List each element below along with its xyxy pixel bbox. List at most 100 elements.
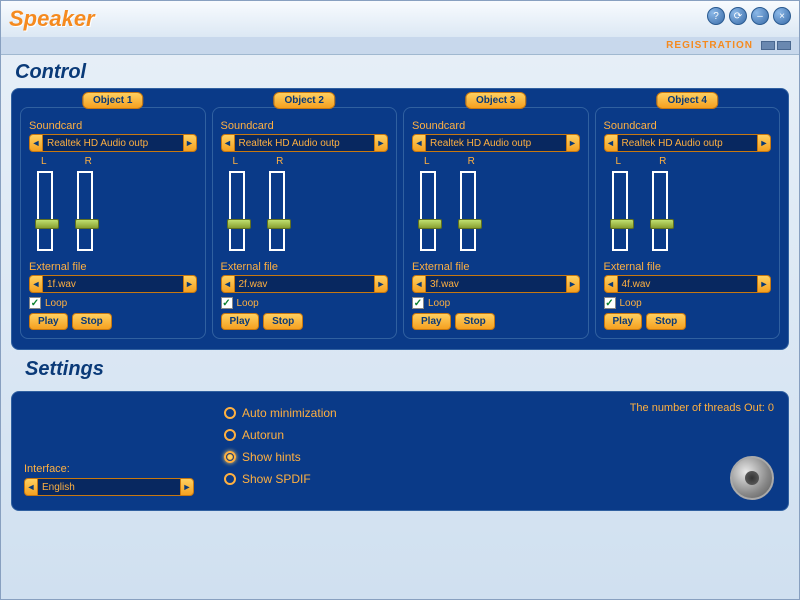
radio-button[interactable]	[224, 451, 236, 463]
playback-buttons: Play Stop	[604, 313, 772, 330]
slider-thumb[interactable]	[75, 219, 99, 229]
help-icon[interactable]: ?	[707, 7, 725, 25]
soundcard-value: Realtek HD Audio outp	[618, 134, 758, 152]
external-file-label: External file	[29, 261, 197, 273]
close-icon[interactable]: ×	[773, 7, 791, 25]
soundcard-value: Realtek HD Audio outp	[235, 134, 375, 152]
radio-button[interactable]	[224, 473, 236, 485]
chevron-left-icon[interactable]: ◄	[29, 134, 43, 152]
soundcard-label: Soundcard	[221, 120, 389, 132]
chevron-left-icon[interactable]: ◄	[604, 275, 618, 293]
chevron-left-icon[interactable]: ◄	[412, 134, 426, 152]
left-volume-slider[interactable]	[612, 171, 628, 251]
loop-label: Loop	[237, 298, 259, 309]
left-volume-slider[interactable]	[229, 171, 245, 251]
file-value: 1f.wav	[43, 275, 183, 293]
playback-buttons: Play Stop	[412, 313, 580, 330]
settings-options: Auto minimizationAutorunShow hintsShow S…	[224, 402, 337, 500]
chevron-right-icon[interactable]: ►	[757, 275, 771, 293]
chevron-right-icon[interactable]: ►	[183, 134, 197, 152]
soundcard-label: Soundcard	[29, 120, 197, 132]
option-label: Autorun	[242, 428, 284, 442]
slider-thumb[interactable]	[650, 219, 674, 229]
settings-heading: Settings	[11, 350, 789, 385]
file-value: 3f.wav	[426, 275, 566, 293]
right-volume-slider[interactable]	[460, 171, 476, 251]
registration-label[interactable]: REGISTRATION	[666, 40, 753, 51]
external-file-label: External file	[221, 261, 389, 273]
play-button[interactable]: Play	[29, 313, 68, 330]
playback-buttons: Play Stop	[29, 313, 197, 330]
file-dropdown[interactable]: ◄ 1f.wav ►	[29, 275, 197, 293]
loop-checkbox[interactable]: ✓	[412, 297, 424, 309]
stop-button[interactable]: Stop	[72, 313, 112, 330]
panel-tab: Object 3	[465, 92, 526, 109]
radio-button[interactable]	[224, 407, 236, 419]
minimize-icon[interactable]: –	[751, 7, 769, 25]
reg-indicator	[761, 41, 775, 50]
interface-label: Interface:	[24, 463, 224, 475]
chevron-left-icon[interactable]: ◄	[221, 134, 235, 152]
chevron-left-icon[interactable]: ◄	[221, 275, 235, 293]
file-value: 2f.wav	[235, 275, 375, 293]
chevron-right-icon[interactable]: ►	[757, 134, 771, 152]
radio-button[interactable]	[224, 429, 236, 441]
right-volume-slider[interactable]	[652, 171, 668, 251]
chevron-right-icon[interactable]: ►	[180, 478, 194, 496]
chevron-left-icon[interactable]: ◄	[604, 134, 618, 152]
chevron-right-icon[interactable]: ►	[374, 134, 388, 152]
object-panel-2: Object 2 Soundcard ◄ Realtek HD Audio ou…	[212, 107, 398, 339]
playback-buttons: Play Stop	[221, 313, 389, 330]
soundcard-dropdown[interactable]: ◄ Realtek HD Audio outp ►	[221, 134, 389, 152]
right-volume-slider[interactable]	[269, 171, 285, 251]
chevron-right-icon[interactable]: ►	[566, 134, 580, 152]
stop-button[interactable]: Stop	[263, 313, 303, 330]
slider-thumb[interactable]	[227, 219, 251, 229]
lr-labels: LR	[604, 156, 772, 167]
loop-checkbox[interactable]: ✓	[221, 297, 233, 309]
chevron-left-icon[interactable]: ◄	[24, 478, 38, 496]
play-button[interactable]: Play	[221, 313, 260, 330]
file-value: 4f.wav	[618, 275, 758, 293]
loop-checkbox-row: ✓ Loop	[604, 297, 772, 309]
left-volume-slider[interactable]	[420, 171, 436, 251]
refresh-icon[interactable]: ⟳	[729, 7, 747, 25]
soundcard-value: Realtek HD Audio outp	[43, 134, 183, 152]
setting-option: Show hints	[224, 450, 337, 464]
loop-checkbox[interactable]: ✓	[604, 297, 616, 309]
soundcard-label: Soundcard	[604, 120, 772, 132]
stop-button[interactable]: Stop	[646, 313, 686, 330]
chevron-left-icon[interactable]: ◄	[29, 275, 43, 293]
loop-label: Loop	[45, 298, 67, 309]
slider-thumb[interactable]	[458, 219, 482, 229]
chevron-right-icon[interactable]: ►	[183, 275, 197, 293]
chevron-left-icon[interactable]: ◄	[412, 275, 426, 293]
left-volume-slider[interactable]	[37, 171, 53, 251]
file-dropdown[interactable]: ◄ 2f.wav ►	[221, 275, 389, 293]
slider-thumb[interactable]	[35, 219, 59, 229]
lr-labels: LR	[29, 156, 197, 167]
play-button[interactable]: Play	[604, 313, 643, 330]
app-window: Speaker ? ⟳ – × REGISTRATION Control Obj…	[0, 0, 800, 600]
slider-thumb[interactable]	[610, 219, 634, 229]
soundcard-dropdown[interactable]: ◄ Realtek HD Audio outp ►	[29, 134, 197, 152]
chevron-right-icon[interactable]: ►	[374, 275, 388, 293]
file-dropdown[interactable]: ◄ 4f.wav ►	[604, 275, 772, 293]
slider-thumb[interactable]	[267, 219, 291, 229]
loop-checkbox[interactable]: ✓	[29, 297, 41, 309]
soundcard-dropdown[interactable]: ◄ Realtek HD Audio outp ►	[604, 134, 772, 152]
interface-dropdown[interactable]: ◄ English ►	[24, 478, 194, 496]
app-title: Speaker	[9, 6, 95, 32]
object-panel-3: Object 3 Soundcard ◄ Realtek HD Audio ou…	[403, 107, 589, 339]
control-panels: Object 1 Soundcard ◄ Realtek HD Audio ou…	[11, 88, 789, 350]
file-dropdown[interactable]: ◄ 3f.wav ►	[412, 275, 580, 293]
settings-left: Interface: ◄ English ►	[24, 402, 224, 500]
right-volume-slider[interactable]	[77, 171, 93, 251]
chevron-right-icon[interactable]: ►	[566, 275, 580, 293]
slider-thumb[interactable]	[418, 219, 442, 229]
play-button[interactable]: Play	[412, 313, 451, 330]
speaker-icon	[730, 456, 774, 500]
volume-sliders	[604, 167, 772, 257]
stop-button[interactable]: Stop	[455, 313, 495, 330]
soundcard-dropdown[interactable]: ◄ Realtek HD Audio outp ►	[412, 134, 580, 152]
